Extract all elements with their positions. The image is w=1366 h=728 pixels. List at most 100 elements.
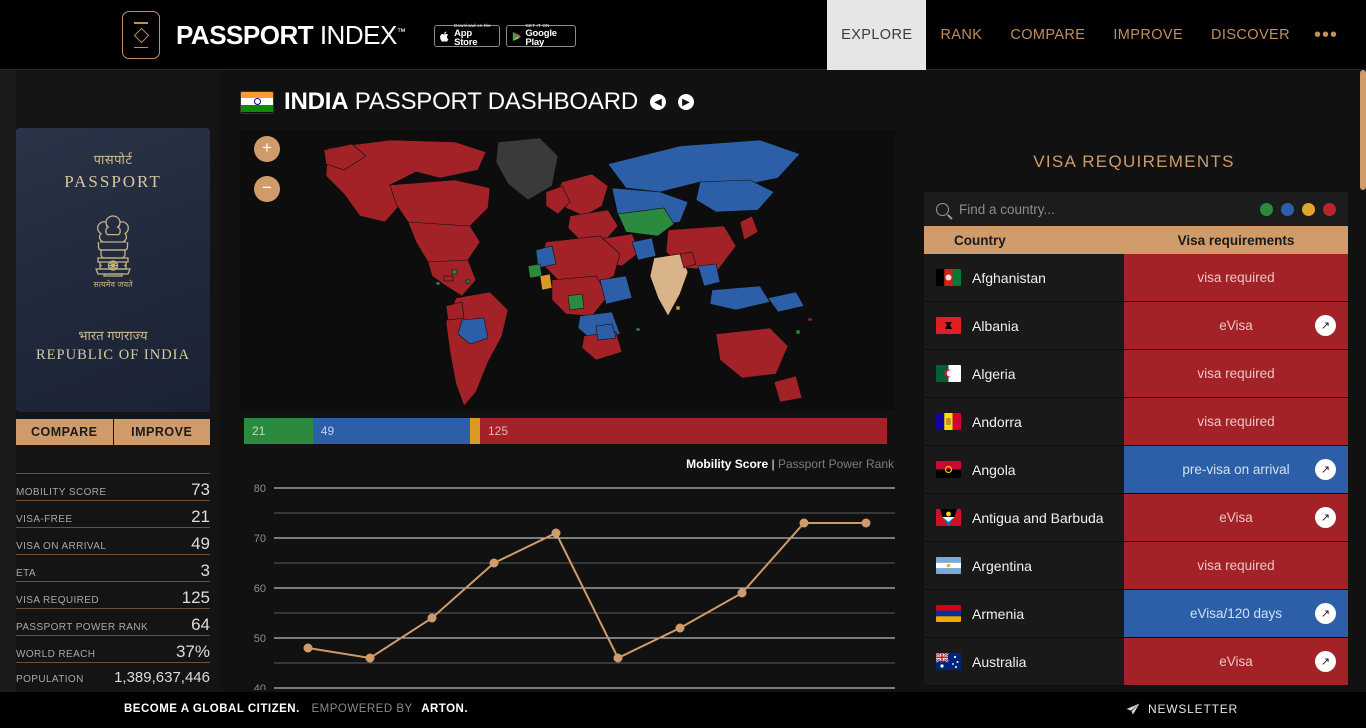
nav-item-rank[interactable]: RANK [926,0,996,70]
filter-visa-required-dot[interactable] [1323,202,1336,216]
prev-country-button[interactable]: ◀ [649,94,666,110]
chart-point [551,528,561,538]
flag-icon [936,605,961,622]
brand-passport: PASSPORT [176,20,314,50]
next-country-button[interactable]: ▶ [677,94,694,110]
filter-visa-on-arrival-dot[interactable] [1281,202,1294,216]
chart-legend-passport-power-rank[interactable]: Passport Power Rank [778,457,894,471]
legend-segment-eta[interactable] [470,418,480,444]
footer-partner[interactable]: ARTON. [421,703,468,715]
column-header-visa[interactable]: Visa requirements [1124,233,1348,248]
visa-status-label: visa required [1197,558,1275,573]
country-cell[interactable]: Albania [924,302,1124,349]
newsletter-button[interactable]: NEWSLETTER [1126,702,1238,716]
nav-item-discover[interactable]: DISCOVER [1197,0,1304,70]
page-scrollbar-thumb[interactable] [1360,70,1366,190]
country-cell[interactable]: Angola [924,446,1124,493]
search-input[interactable] [959,201,1260,217]
arrow-up-right-circle-icon[interactable]: ↗ [1315,459,1336,480]
arrow-up-right-circle-icon[interactable]: ↗ [1315,651,1336,672]
nav-item-compare[interactable]: COMPARE [996,0,1099,70]
improve-button[interactable]: IMPROVE [112,419,210,445]
chart-point [861,518,871,528]
visa-status-label: visa required [1197,366,1275,381]
visa-status-cell[interactable]: visa required [1124,254,1348,301]
app-store-badge[interactable]: Download on the App Store [434,24,500,48]
column-header-country[interactable]: Country [924,233,1124,248]
arrow-up-right-circle-icon[interactable]: ↗ [1315,603,1336,624]
stat-row-population: POPULATION 1,389,637,446 [16,662,210,689]
country-cell[interactable]: Armenia [924,590,1124,637]
country-name: Armenia [972,605,1025,622]
visa-status-cell[interactable]: visa required [1124,398,1348,445]
country-cell[interactable]: Antigua and Barbuda [924,494,1124,541]
table-row[interactable]: Angola pre-visa on arrival ↗ [924,446,1348,494]
google-play-badge[interactable]: GET IT ON Google Play [506,24,576,48]
flag-icon [936,461,961,478]
mobility-score-chart: 80 70 60 50 40 [240,475,895,690]
country-name: Albania [972,317,1019,334]
google-play-text: GET IT ON Google Play [525,24,570,48]
table-row[interactable]: Andorra visa required [924,398,1348,446]
footer-tagline-text: BECOME A GLOBAL CITIZEN. [124,703,300,715]
india-flag-icon [240,90,274,114]
table-row[interactable]: Australia eVisa ↗ [924,638,1348,686]
apple-icon [440,31,449,42]
visa-status-cell[interactable]: eVisa/120 days ↗ [1124,590,1348,637]
brand-wordmark[interactable]: PASSPORT INDEX™ [176,20,406,51]
arrow-up-right-circle-icon[interactable]: ↗ [1315,507,1336,528]
stat-value: 3 [200,561,210,580]
map-zoom-in-button[interactable]: + [254,136,280,162]
stat-value: 49 [191,534,210,553]
chart-legend-mobility-score[interactable]: Mobility Score [686,457,768,471]
country-search-bar[interactable] [924,192,1348,226]
passport-diamond-logo-icon[interactable] [122,11,160,59]
visa-status-cell[interactable]: eVisa ↗ [1124,638,1348,685]
table-row[interactable]: Argentina visa required [924,542,1348,590]
stat-value: 21 [191,507,210,526]
legend-segment-visa-required[interactable]: 125 [479,418,887,444]
stat-value: 73 [191,480,210,499]
table-row[interactable]: Armenia eVisa/120 days ↗ [924,590,1348,638]
country-name: Algeria [972,365,1016,382]
nav-more-menu-icon[interactable]: ••• [1304,0,1354,70]
country-cell[interactable]: Australia [924,638,1124,685]
visa-status-cell[interactable]: eVisa ↗ [1124,302,1348,349]
chart-series-toggle: Mobility Score | Passport Power Rank [686,457,894,471]
emblem-motto-text: सत्यमेव जयते [93,279,133,289]
visa-status-cell[interactable]: visa required [1124,542,1348,589]
flag-icon [936,269,961,286]
table-row[interactable]: Antigua and Barbuda eVisa ↗ [924,494,1348,542]
nav-item-improve[interactable]: IMPROVE [1099,0,1197,70]
visa-requirements-list[interactable]: Afghanistan visa required Albania eVisa … [924,254,1348,728]
filter-eta-dot[interactable] [1302,202,1315,216]
map-zoom-out-button[interactable]: − [254,176,280,202]
filter-visa-free-dot[interactable] [1260,202,1273,216]
y-tick-50: 50 [254,633,266,645]
country-cell[interactable]: Andorra [924,398,1124,445]
compare-button[interactable]: COMPARE [16,419,113,445]
nav-item-explore[interactable]: EXPLORE [827,0,927,70]
table-row[interactable]: Albania eVisa ↗ [924,302,1348,350]
footer-tagline: BECOME A GLOBAL CITIZEN. EMPOWERED BY AR… [124,703,468,715]
visa-status-cell[interactable]: eVisa ↗ [1124,494,1348,541]
arrow-up-right-circle-icon[interactable]: ↗ [1315,315,1336,336]
legend-segment-visa-on-arrival[interactable]: 49 [312,418,471,444]
table-row[interactable]: Algeria visa required [924,350,1348,398]
country-name: Angola [972,461,1016,478]
stat-row-visa-free: VISA-FREE 21 [16,500,210,527]
legend-segment-visa-free[interactable]: 21 [244,418,313,444]
visa-status-label: eVisa [1219,510,1253,525]
country-cell[interactable]: Argentina [924,542,1124,589]
page-title-country: INDIA [284,88,349,115]
chart-point [365,653,375,663]
logo-dash-top [134,22,148,24]
world-map[interactable]: + − [240,130,895,410]
visa-status-label: eVisa/120 days [1189,606,1283,621]
google-play-big: Google Play [525,27,557,49]
visa-status-cell[interactable]: pre-visa on arrival ↗ [1124,446,1348,493]
table-row[interactable]: Afghanistan visa required [924,254,1348,302]
visa-status-cell[interactable]: visa required [1124,350,1348,397]
country-cell[interactable]: Algeria [924,350,1124,397]
country-cell[interactable]: Afghanistan [924,254,1124,301]
